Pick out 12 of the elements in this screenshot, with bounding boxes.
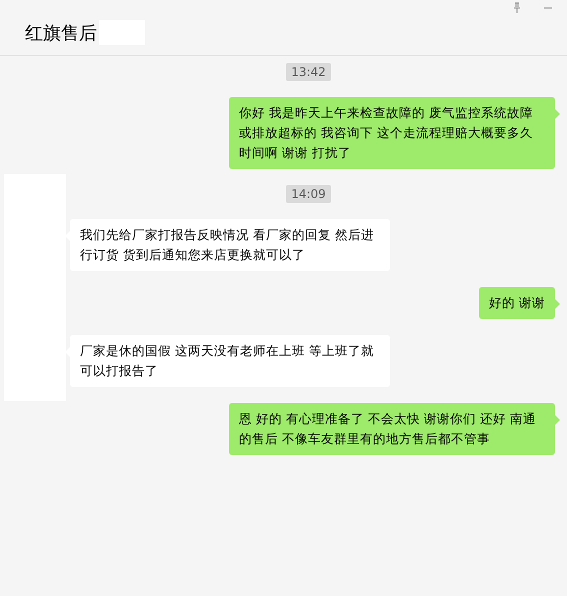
pin-icon[interactable] bbox=[511, 2, 523, 14]
timestamp: 13:42 bbox=[286, 63, 331, 81]
received-message-bubble: 我们先给厂家打报告反映情况 看厂家的回复 然后进行订货 货到后通知您来店更换就可以了 bbox=[70, 219, 390, 271]
bubble-tail bbox=[555, 109, 560, 119]
sent-message-bubble: 好的 谢谢 bbox=[479, 287, 555, 319]
timestamp: 14:09 bbox=[286, 185, 331, 203]
bubble-tail bbox=[555, 415, 560, 425]
sent-message-bubble: 恩 好的 有心理准备了 不会太快 谢谢你们 还好 南通的售后 不像车友群里有的地方售后都不管事 bbox=[229, 403, 555, 455]
window-title: 红旗售后 bbox=[25, 22, 97, 44]
received-message-bubble: 厂家是休的国假 这两天没有老师在上班 等上班了就可以打报告了 bbox=[70, 335, 390, 387]
bubble-tail bbox=[555, 299, 560, 309]
sent-message-bubble: 你好 我是昨天上午来检查故障的 废气监控系统故障或排放超标的 我咨询下 这个走流程理赔大概要多久时间啊 谢谢 打扰了 bbox=[229, 97, 555, 169]
